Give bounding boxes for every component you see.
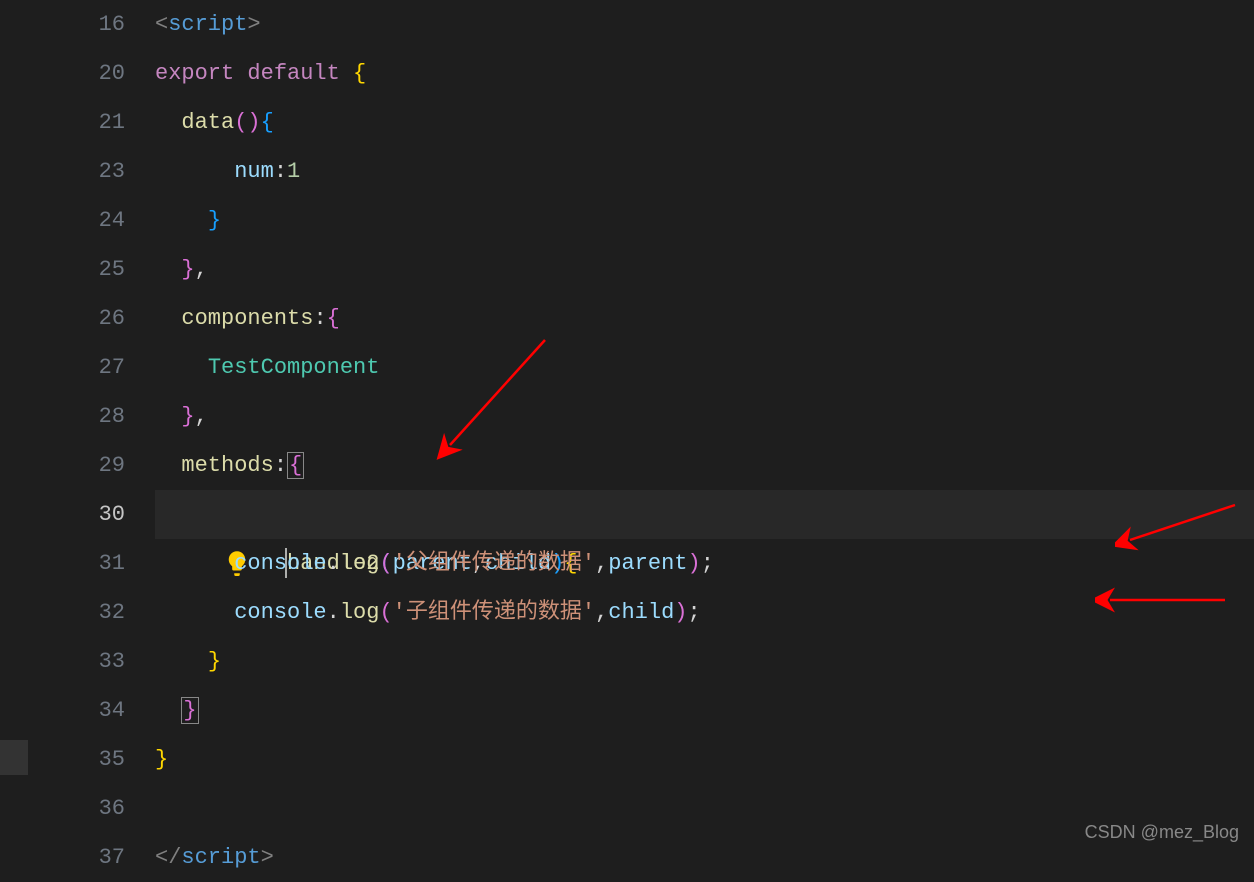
code-line[interactable]: } — [155, 735, 1254, 784]
line-number[interactable]: 27 — [0, 343, 125, 392]
code-line[interactable]: console.log('父组件传递的数据',parent); — [155, 539, 1254, 588]
line-number[interactable]: 16 — [0, 0, 125, 49]
line-number[interactable]: 31 — [0, 539, 125, 588]
code-line[interactable]: } — [155, 637, 1254, 686]
line-number[interactable]: 21 — [0, 98, 125, 147]
code-line-active[interactable]: handle2(parent,child){ — [155, 490, 1254, 539]
line-number[interactable]: 34 — [0, 686, 125, 735]
line-number[interactable]: 30 — [0, 490, 125, 539]
code-content[interactable]: <script> export default { data(){ num:1 … — [155, 0, 1254, 853]
code-line[interactable]: <script> — [155, 0, 1254, 49]
code-line[interactable]: }, — [155, 392, 1254, 441]
line-number[interactable]: 32 — [0, 588, 125, 637]
code-line[interactable]: TestComponent — [155, 343, 1254, 392]
code-line[interactable]: data(){ — [155, 98, 1254, 147]
code-line[interactable]: methods:{ — [155, 441, 1254, 490]
code-line[interactable]: }, — [155, 245, 1254, 294]
line-number[interactable]: 20 — [0, 49, 125, 98]
line-number[interactable]: 36 — [0, 784, 125, 833]
code-line[interactable]: export default { — [155, 49, 1254, 98]
code-line[interactable]: } — [155, 196, 1254, 245]
watermark-text: CSDN @mez_Blog — [1085, 822, 1239, 843]
line-number[interactable]: 23 — [0, 147, 125, 196]
line-number[interactable]: 37 — [0, 833, 125, 882]
line-number[interactable]: 33 — [0, 637, 125, 686]
line-number[interactable]: 25 — [0, 245, 125, 294]
activity-bar-fragment — [0, 740, 28, 775]
line-number[interactable]: 26 — [0, 294, 125, 343]
line-number[interactable]: 24 — [0, 196, 125, 245]
line-number[interactable]: 29 — [0, 441, 125, 490]
lightbulb-icon[interactable] — [120, 500, 142, 528]
line-number-gutter: 16 20 21 23 24 25 26 27 28 29 30 31 32 3… — [0, 0, 155, 853]
line-number[interactable]: 28 — [0, 392, 125, 441]
code-line[interactable]: num:1 — [155, 147, 1254, 196]
code-line[interactable]: console.log('子组件传递的数据',child); — [155, 588, 1254, 637]
code-editor: 16 20 21 23 24 25 26 27 28 29 30 31 32 3… — [0, 0, 1254, 853]
code-line[interactable]: components:{ — [155, 294, 1254, 343]
code-line[interactable]: } — [155, 686, 1254, 735]
